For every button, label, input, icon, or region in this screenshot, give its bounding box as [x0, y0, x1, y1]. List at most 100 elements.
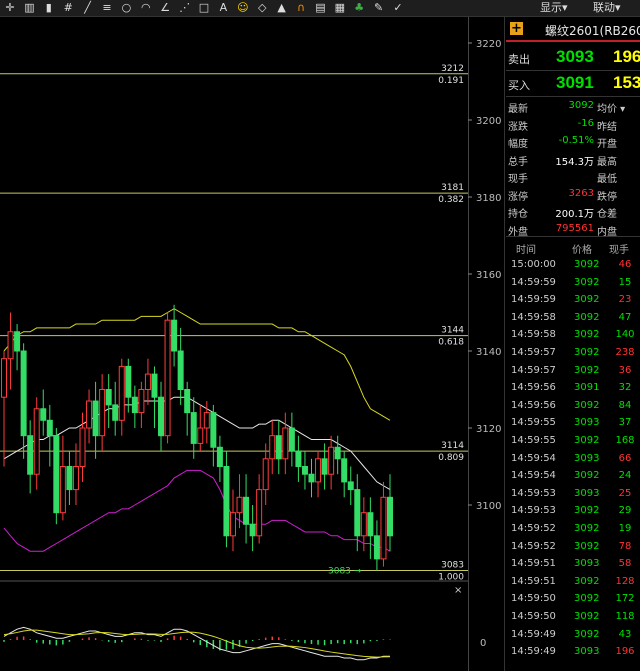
tick-price: 3092: [574, 347, 600, 358]
tick-row[interactable]: 14:59:54 3093 66: [506, 450, 640, 467]
tick-volume: 84: [618, 399, 632, 411]
tick-time: 14:59:55: [511, 435, 556, 446]
tick-row[interactable]: 14:59:55 3092 168: [506, 432, 640, 449]
candle-body: [14, 331, 21, 352]
segment-icon[interactable]: ╱: [81, 1, 95, 15]
stat-row: 涨停 3263 跌停: [506, 185, 640, 203]
tick-row[interactable]: 14:59:50 3092 118: [506, 608, 640, 625]
magnet-icon[interactable]: ∩: [294, 1, 308, 15]
stat-label-right: 跌停: [597, 191, 617, 203]
candle-body: [53, 435, 60, 514]
close-icon[interactable]: ×: [454, 585, 462, 596]
tick-price: 3092: [574, 259, 600, 270]
square-icon[interactable]: □: [197, 1, 211, 15]
display-menu[interactable]: 显示▾: [540, 1, 568, 15]
tick-row[interactable]: 14:59:51 3092 128: [506, 573, 640, 590]
bid-label: 买入: [508, 79, 530, 92]
tick-row[interactable]: 14:59:50 3092 172: [506, 590, 640, 607]
tick-price: 3092: [574, 575, 600, 587]
eraser-icon[interactable]: ◇: [255, 1, 269, 15]
candle-body: [112, 404, 119, 421]
tree-icon[interactable]: ♣: [352, 1, 366, 15]
stat-label: 涨停: [508, 191, 528, 203]
tick-row[interactable]: 14:59:57 3092 238: [506, 344, 640, 361]
vertical-bars-icon[interactable]: ▮: [42, 1, 56, 15]
tick-price: 3093: [574, 452, 600, 464]
candle-body: [249, 523, 256, 537]
display-label: 显示: [540, 1, 562, 14]
tick-row[interactable]: 14:59:59 3092 23: [506, 291, 640, 308]
link-menu[interactable]: 联动▾: [593, 1, 621, 15]
tick-price: 3092: [574, 435, 600, 446]
tick-row[interactable]: 14:59:49 3092 43: [506, 626, 640, 643]
stat-label-right: 仓差: [597, 209, 617, 220]
text-a-icon[interactable]: A: [216, 1, 230, 15]
bid-price: 3091: [556, 73, 594, 92]
note-icon[interactable]: ▤: [313, 1, 327, 15]
drawing-toolbar: ✛ ▥ ▮ # ╱ ≡ ○ ◠ ∠ ⋰ □ A ☺ ◇ ▲ ∩ ▤ ▦ ♣ ✎ ✓ 显示▾ 联动▾: [0, 0, 640, 17]
candle-body: [125, 365, 132, 398]
tick-row[interactable]: 14:59:57 3092 36: [506, 362, 640, 379]
lines-icon[interactable]: ≡: [100, 1, 114, 15]
smiley-icon[interactable]: ☺: [236, 1, 250, 15]
arc-icon[interactable]: ◠: [139, 1, 153, 15]
crosshair-icon[interactable]: ✛: [3, 1, 17, 15]
stat-label: 幅度: [508, 139, 528, 150]
tick-row[interactable]: 14:59:49 3093 196: [506, 643, 640, 660]
angle-icon[interactable]: ∠: [158, 1, 172, 15]
fib-price-label: 3181: [441, 183, 464, 193]
bell-icon[interactable]: ▲: [275, 1, 289, 15]
tick-row[interactable]: 14:59:53 3093 25: [506, 485, 640, 502]
tick-row[interactable]: 14:59:59 3092 15: [506, 274, 640, 291]
candle-body: [295, 450, 302, 468]
tick-row[interactable]: 14:59:58 3092 47: [506, 309, 640, 326]
candle-body: [66, 466, 73, 491]
tick-row[interactable]: 14:59:54 3092 24: [506, 467, 640, 484]
add-icon[interactable]: +: [510, 22, 523, 35]
candle-body: [229, 512, 236, 537]
fan-icon[interactable]: ⋰: [178, 1, 192, 15]
ask-row[interactable]: 卖出 3093 196: [506, 46, 640, 70]
tick-row[interactable]: 14:59:53 3092 29: [506, 502, 640, 519]
storage-icon[interactable]: ▦: [333, 1, 347, 15]
tick-time: 14:59:53: [511, 505, 556, 517]
check-icon[interactable]: ✓: [391, 1, 405, 15]
axis-tick-label: 3220: [476, 39, 501, 50]
candle-body: [1, 358, 7, 398]
candle-body: [275, 435, 282, 460]
bid-row[interactable]: 买入 3091 153: [506, 72, 640, 96]
tick-time: 14:59:51: [511, 575, 556, 587]
tick-row[interactable]: 14:59:52 3092 19: [506, 520, 640, 537]
stat-label: 最新: [508, 104, 528, 115]
candle-body: [46, 419, 53, 437]
tick-row[interactable]: 15:00:00 3092 46: [506, 256, 640, 273]
col-volume: 现手: [609, 245, 629, 256]
tick-row[interactable]: 14:59:58 3092 140: [506, 326, 640, 343]
tick-row[interactable]: 14:59:56 3092 84: [506, 397, 640, 414]
pen-icon[interactable]: ✎: [372, 1, 386, 15]
tick-time: 14:59:57: [511, 347, 556, 358]
tick-time: 14:59:51: [511, 558, 556, 570]
axis-tick-label: 3120: [476, 424, 501, 435]
stat-label-right: 昨结: [597, 121, 617, 133]
circle-icon[interactable]: ○: [119, 1, 133, 15]
candle-body: [197, 427, 204, 444]
tick-price: 3092: [574, 611, 600, 622]
tick-time: 14:59:56: [511, 382, 556, 394]
tick-time: 14:59:53: [511, 487, 556, 499]
tick-price: 3092: [574, 470, 600, 482]
stat-value: 154.3万: [555, 156, 594, 168]
fib-price-label: 3212: [441, 64, 464, 74]
hash-icon[interactable]: #: [61, 1, 75, 15]
tick-time: 14:59:49: [511, 628, 556, 640]
bar-chart-icon[interactable]: ▥: [22, 1, 36, 15]
tick-row[interactable]: 14:59:51 3093 58: [506, 555, 640, 572]
candle-body: [288, 427, 295, 452]
fib-ratio-label: 0.382: [438, 195, 464, 205]
candle-body: [354, 489, 361, 537]
kline-chart[interactable]: 3212 0.191 3181 0.382 3144 0.618 3114 0.809 3083…: [0, 33, 468, 671]
tick-row[interactable]: 14:59:56 3091 32: [506, 379, 640, 396]
candle-body: [164, 319, 171, 437]
tick-row[interactable]: 14:59:55 3093 37: [506, 414, 640, 431]
tick-row[interactable]: 14:59:52 3092 78: [506, 538, 640, 555]
